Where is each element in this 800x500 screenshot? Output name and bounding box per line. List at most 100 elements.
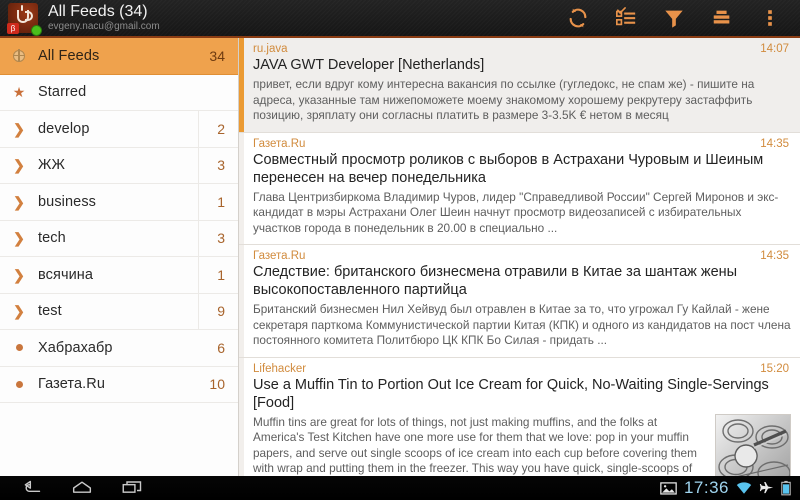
action-bar-titles: All Feeds (34) evgeny.nacu@gmail.com <box>46 3 554 33</box>
sidebar-item-count: 3 <box>217 230 225 247</box>
status-clock: 17:36 <box>683 478 729 497</box>
screenshot-icon[interactable] <box>660 481 677 495</box>
article-title[interactable]: Use a Muffin Tin to Portion Out Ice Crea… <box>253 376 791 412</box>
star-icon-wrap: ★ <box>0 85 38 99</box>
overflow-menu-button[interactable] <box>746 0 794 37</box>
sidebar-item-label: ЖЖ <box>38 157 65 174</box>
article-list-item[interactable]: ru.java 14:07 JAVA GWT Developer [Netherla… <box>239 38 800 133</box>
chevron-right-icon-wrap: ❯ <box>0 268 38 282</box>
battery-icon <box>781 480 791 496</box>
star-icon: ★ <box>12 84 26 101</box>
article-snippet: Глава Центризбиркома Владимир Чуров, лид… <box>253 189 779 235</box>
sidebar-item-label: test <box>38 303 62 320</box>
refresh-icon <box>569 8 587 28</box>
sidebar-item-feed-3[interactable]: ❯ ЖЖ 3 <box>0 147 238 184</box>
dot-icon-wrap <box>0 380 38 388</box>
back-button[interactable] <box>22 480 42 496</box>
sidebar-item-count: 1 <box>217 266 225 283</box>
feed-sidebar[interactable]: All Feeds 34 ★ Starred ❯ develop 2 ❯ ЖЖ 3 ❯ busines… <box>0 38 239 476</box>
sidebar-item-label: Starred <box>38 84 87 101</box>
article-meta: ru.java 14:07 <box>253 43 791 55</box>
article-list[interactable]: ru.java 14:07 JAVA GWT Developer [Netherla… <box>239 38 800 476</box>
chevron-right-icon: ❯ <box>13 157 25 174</box>
status-icons: 17:36 <box>660 478 800 498</box>
sidebar-item-feed-9[interactable]: Газета.Ru 10 <box>0 367 238 403</box>
sidebar-item-feed-7[interactable]: ❯ test 9 <box>0 293 238 330</box>
sidebar-item-label: business <box>38 193 97 210</box>
refresh-button[interactable] <box>554 0 602 37</box>
article-time: 14:35 <box>760 250 789 262</box>
recents-button[interactable] <box>122 480 142 496</box>
article-time: 15:20 <box>760 362 789 375</box>
system-navigation-bar: 17:36 <box>0 476 800 500</box>
article-snippet: Британский бизнесмен Нил Хейвуд был отра… <box>253 302 791 347</box>
nav-buttons <box>0 480 142 496</box>
globe-icon-wrap <box>0 49 38 62</box>
sidebar-item-feed-4[interactable]: ❯ business 1 <box>0 184 238 221</box>
sidebar-item-label: Хабрахабр <box>38 339 113 356</box>
feed-reader-app: β All Feeds (34) evgeny.nacu@gmail.com A… <box>0 0 800 500</box>
sidebar-item-count: 6 <box>217 339 225 356</box>
chevron-right-icon: ❯ <box>13 303 25 320</box>
sidebar-item-feed-5[interactable]: ❯ tech 3 <box>0 220 238 257</box>
sidebar-item-feed-8[interactable]: Хабрахабр 6 <box>0 330 238 367</box>
dot-icon-wrap <box>0 344 38 352</box>
sidebar-item-feed-6[interactable]: ❯ всячина 1 <box>0 257 238 294</box>
article-meta: Газета.Ru 14:35 <box>253 138 791 150</box>
checklist-icon <box>616 7 636 26</box>
sidebar-count-divider <box>198 147 199 183</box>
article-snippet: привет, если вдруг кому интересна ваканс… <box>253 77 755 122</box>
chevron-right-icon: ❯ <box>13 230 25 247</box>
sidebar-item-label: All Feeds <box>38 47 100 64</box>
article-list-item[interactable]: Lifehacker 15:20 Use a Muffin Tin to Porti… <box>239 357 800 476</box>
mark-all-read-button[interactable] <box>602 0 650 37</box>
app-icon-wrap[interactable]: β <box>0 0 46 37</box>
sidebar-item-feed-2[interactable]: ❯ develop 2 <box>0 111 238 148</box>
filter-button[interactable] <box>650 0 698 37</box>
sidebar-item-count: 3 <box>217 157 225 174</box>
chevron-right-icon: ❯ <box>13 120 25 137</box>
article-list-item[interactable]: Газета.Ru 14:35 Совместный просмотр ролико… <box>239 132 800 245</box>
article-body-with-thumbnail: Muffin tins are great for lots of things… <box>253 412 791 476</box>
wifi-icon <box>736 482 752 494</box>
chevron-right-icon-wrap: ❯ <box>0 158 38 172</box>
sort-bars-icon <box>713 10 730 24</box>
home-button[interactable] <box>72 480 92 496</box>
chevron-right-icon-wrap: ❯ <box>0 304 38 318</box>
muffin-tin-photo <box>715 413 791 476</box>
cup-icon <box>17 10 33 23</box>
sidebar-item-label: develop <box>38 120 90 137</box>
sidebar-item-label: Газета.Ru <box>38 376 106 393</box>
sidebar-item-label: всячина <box>38 266 94 283</box>
sidebar-item-count: 9 <box>217 303 225 320</box>
globe-icon <box>12 49 25 62</box>
page-title: All Feeds (34) <box>48 3 148 20</box>
sidebar-item-all-feeds[interactable]: All Feeds 34 <box>0 38 238 75</box>
coffee-cup-app-icon[interactable]: β <box>7 3 42 36</box>
article-feed-name: ru.java <box>253 43 288 55</box>
article-title[interactable]: Следствие: британского бизнесмена отрави… <box>253 263 791 299</box>
article-feed-name: Lifehacker <box>253 362 307 375</box>
recents-icon <box>122 481 142 493</box>
sidebar-item-starred[interactable]: ★ Starred <box>0 75 238 111</box>
article-title[interactable]: JAVA GWT Developer [Netherlands] <box>253 56 791 74</box>
back-arrow-icon <box>24 480 41 493</box>
article-meta: Газета.Ru 14:35 <box>253 250 791 262</box>
sidebar-item-label: tech <box>38 230 66 247</box>
article-feed-name: Газета.Ru <box>253 137 306 150</box>
more-vertical-icon <box>768 10 772 26</box>
sidebar-item-count: 1 <box>217 193 225 210</box>
account-email: evgeny.nacu@gmail.com <box>48 21 160 32</box>
chevron-right-icon-wrap: ❯ <box>0 231 38 245</box>
sidebar-item-count: 2 <box>217 120 225 137</box>
article-title[interactable]: Совместный просмотр роликов с выборов в … <box>253 151 791 187</box>
article-list-item[interactable]: Газета.Ru 14:35 Следствие: британского биз… <box>239 245 800 358</box>
sort-button[interactable] <box>698 0 746 37</box>
sidebar-count-divider <box>198 220 199 256</box>
airplane-mode-icon <box>759 482 774 494</box>
chevron-right-icon: ❯ <box>13 266 25 283</box>
action-bar: β All Feeds (34) evgeny.nacu@gmail.com <box>0 0 800 38</box>
article-time: 14:07 <box>760 43 789 55</box>
article-time: 14:35 <box>760 137 789 150</box>
chevron-right-icon-wrap: ❯ <box>0 122 38 136</box>
